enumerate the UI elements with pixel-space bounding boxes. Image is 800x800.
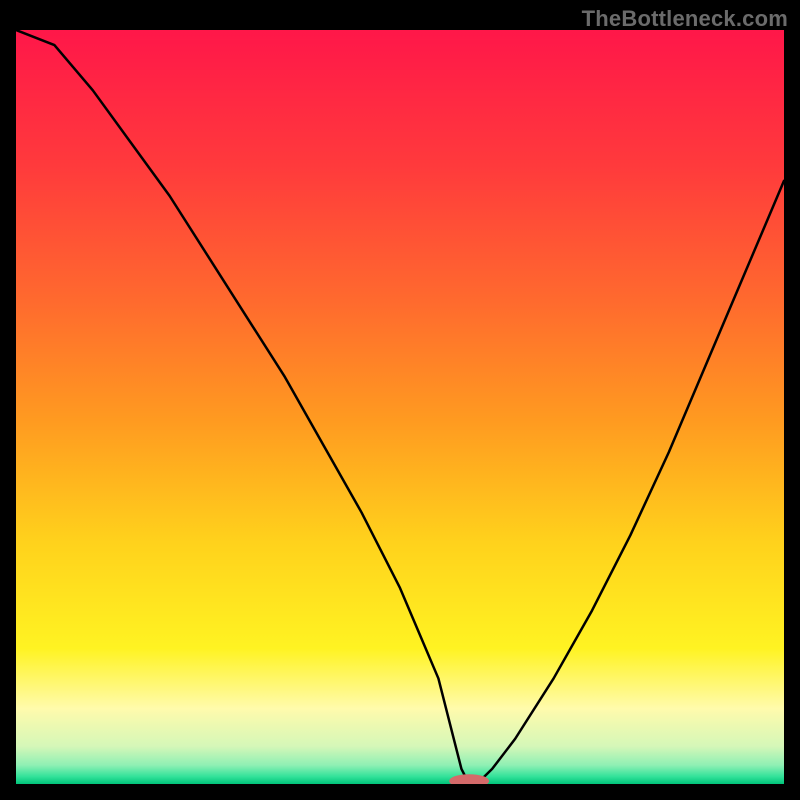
chart-frame: TheBottleneck.com bbox=[0, 0, 800, 800]
credit-text: TheBottleneck.com bbox=[582, 6, 788, 32]
plot-area bbox=[16, 30, 784, 784]
plot-svg bbox=[16, 30, 784, 784]
